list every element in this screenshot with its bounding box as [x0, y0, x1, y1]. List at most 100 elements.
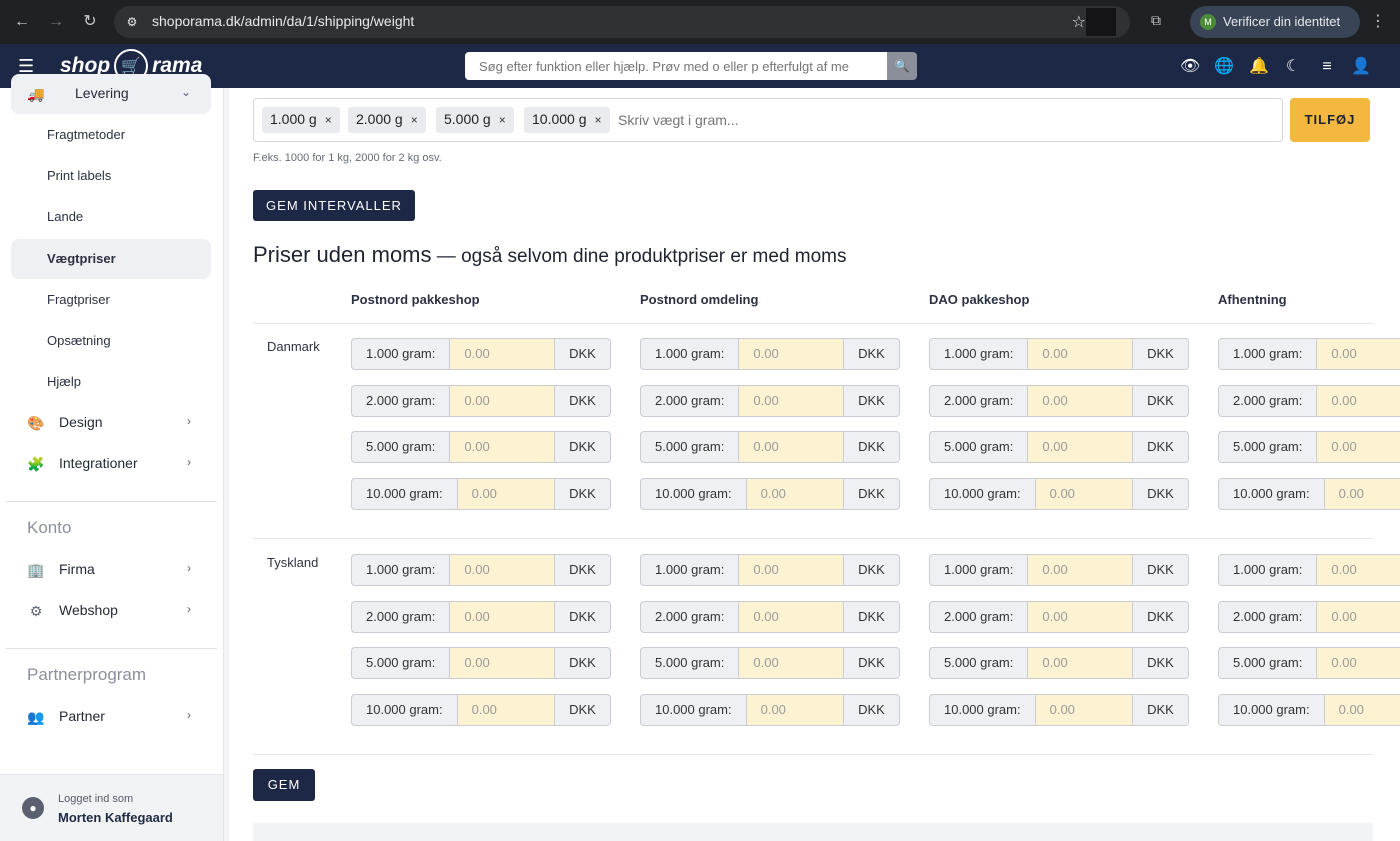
currency-label: DKK [1133, 600, 1189, 633]
verify-identity-button[interactable]: M Verificer din identitet [1190, 6, 1360, 38]
sidebar-item-fragtmetoder[interactable]: Fragtmetoder [11, 115, 211, 155]
currency-label: DKK [844, 693, 900, 726]
weight-label: 10.000 gram: [640, 693, 746, 726]
address-bar[interactable]: ⚙ shoporama.dk/admin/da/1/shipping/weigh… [114, 6, 1130, 38]
weight-interval-input[interactable]: 1.000 g × 2.000 g × 5.000 g × 10.000 g × [253, 98, 1283, 142]
price-input[interactable]: 0.00 [456, 477, 555, 510]
sidebar-item-partner[interactable]: 👥 Partner › [11, 697, 211, 737]
user-name: Morten Kaffegaard [58, 810, 173, 825]
reload-icon[interactable]: ↻ [80, 12, 100, 32]
sidebar-item-opsaetning[interactable]: Opsætning [11, 321, 211, 361]
sidebar-item-label: Fragtpriser [47, 292, 110, 307]
sidebar-item-vaegtpriser[interactable]: Vægtpriser [11, 239, 211, 279]
price-input[interactable]: 0.00 [1316, 338, 1400, 370]
eye-icon[interactable]: 👁 [1180, 57, 1200, 77]
price-input[interactable]: 0.00 [738, 338, 844, 370]
price-input[interactable]: 0.00 [449, 647, 555, 679]
moon-icon[interactable]: ☾ [1283, 57, 1303, 77]
price-input[interactable]: 0.00 [449, 338, 555, 370]
search-input[interactable] [465, 52, 887, 80]
interval-tag[interactable]: 10.000 g × [524, 107, 610, 133]
price-input[interactable]: 0.00 [738, 600, 844, 633]
price-input[interactable]: 0.00 [738, 384, 844, 417]
search-icon[interactable]: 🔍 [887, 52, 917, 80]
sidebar-item-design[interactable]: 🎨 Design › [11, 403, 211, 443]
weight-text-field[interactable] [618, 109, 1118, 131]
url-text[interactable]: shoporama.dk/admin/da/1/shipping/weight [152, 13, 414, 29]
globe-icon[interactable]: 🌐 [1214, 57, 1234, 77]
price-input[interactable]: 0.00 [456, 693, 555, 726]
price-input[interactable]: 0.00 [1027, 338, 1133, 370]
weight-label: 1.000 gram: [1218, 554, 1317, 586]
heading-main: Priser uden moms [253, 242, 432, 267]
price-input[interactable]: 0.00 [449, 554, 555, 586]
price-input[interactable]: 0.00 [1027, 600, 1133, 633]
price-input[interactable]: 0.00 [738, 431, 844, 463]
add-interval-button[interactable]: TILFØJ [1290, 98, 1370, 142]
user-icon[interactable]: 👤 [1351, 57, 1371, 77]
weight-label: 2.000 gram: [1218, 384, 1317, 417]
forward-arrow-icon[interactable]: → [46, 12, 66, 32]
price-input-group: 1.000 gram:0.00DKK [1218, 554, 1400, 586]
interval-tag[interactable]: 2.000 g × [348, 107, 426, 133]
price-input-group: 5.000 gram:0.00DKK [351, 431, 611, 463]
remove-tag-icon[interactable]: × [411, 113, 418, 127]
price-input[interactable]: 0.00 [1316, 554, 1400, 586]
extension-slot [1086, 8, 1116, 36]
sidebar-item-fragtpriser[interactable]: Fragtpriser [11, 280, 211, 320]
price-input[interactable]: 0.00 [745, 477, 844, 510]
price-input[interactable]: 0.00 [1034, 477, 1133, 510]
price-input[interactable]: 0.00 [1316, 647, 1400, 679]
price-input[interactable]: 0.00 [449, 431, 555, 463]
sidebar-item-levering[interactable]: 🚚 Levering ⌄ [11, 74, 211, 114]
sidebar-item-webshop[interactable]: ⚙ Webshop › [11, 591, 211, 631]
price-input[interactable]: 0.00 [1316, 600, 1400, 633]
sidebar-item-lande[interactable]: Lande [11, 197, 211, 237]
browser-toolbar: ← → ↻ ⚙ shoporama.dk/admin/da/1/shipping… [0, 0, 1400, 44]
price-input[interactable]: 0.00 [1027, 431, 1133, 463]
sidebar-item-hjaelp[interactable]: Hjælp [11, 362, 211, 402]
interval-tag[interactable]: 5.000 g × [436, 107, 514, 133]
remove-tag-icon[interactable]: × [499, 113, 506, 127]
currency-label: DKK [555, 600, 611, 633]
price-input[interactable]: 0.00 [1027, 554, 1133, 586]
price-input[interactable]: 0.00 [1316, 431, 1400, 463]
price-input[interactable]: 0.00 [1323, 477, 1400, 510]
weight-label: 10.000 gram: [929, 477, 1035, 510]
logged-in-panel[interactable]: ● Logget ind som Morten Kaffegaard [0, 774, 223, 841]
sidebar-item-print-labels[interactable]: Print labels [11, 156, 211, 196]
price-input[interactable]: 0.00 [738, 647, 844, 679]
sidebar-item-integrationer[interactable]: 🧩 Integrationer › [11, 444, 211, 484]
price-input[interactable]: 0.00 [1027, 384, 1133, 417]
interval-tag[interactable]: 1.000 g × [262, 107, 340, 133]
save-button[interactable]: GEM [253, 769, 315, 801]
site-settings-icon[interactable]: ⚙ [122, 12, 142, 32]
weight-label: 5.000 gram: [351, 431, 450, 463]
price-input[interactable]: 0.00 [745, 693, 844, 726]
price-input[interactable]: 0.00 [1316, 384, 1400, 417]
browser-menu-icon[interactable]: ⋮ [1370, 11, 1386, 31]
save-intervals-button[interactable]: GEM INTERVALLER [253, 190, 415, 221]
back-arrow-icon[interactable]: ← [12, 12, 32, 32]
price-input-group: 10.000 gram:0.00DKK [929, 477, 1189, 510]
sidebar-item-firma[interactable]: 🏢 Firma › [11, 550, 211, 590]
weight-label: 2.000 gram: [929, 600, 1028, 633]
currency-label: DKK [1133, 554, 1189, 586]
price-input-group: 5.000 gram:0.00DKK [929, 431, 1189, 463]
price-input[interactable]: 0.00 [449, 600, 555, 633]
menu-icon[interactable]: ☰ [18, 56, 38, 76]
remove-tag-icon[interactable]: × [595, 113, 602, 127]
bookmark-star-icon[interactable]: ☆ [1072, 12, 1086, 32]
price-input[interactable]: 0.00 [1323, 693, 1400, 726]
extensions-icon[interactable]: ⧉ [1146, 12, 1166, 32]
remove-tag-icon[interactable]: × [325, 113, 332, 127]
price-input[interactable]: 0.00 [1027, 647, 1133, 679]
bell-icon[interactable]: 🔔 [1249, 57, 1269, 77]
currency-label: DKK [844, 647, 900, 679]
list-icon[interactable]: ≡ [1317, 57, 1337, 77]
section-title-partnerprogram: Partnerprogram [27, 665, 147, 684]
price-input-group: 1.000 gram:0.00DKK [640, 338, 900, 370]
price-input[interactable]: 0.00 [449, 384, 555, 417]
price-input[interactable]: 0.00 [1034, 693, 1133, 726]
price-input[interactable]: 0.00 [738, 554, 844, 586]
